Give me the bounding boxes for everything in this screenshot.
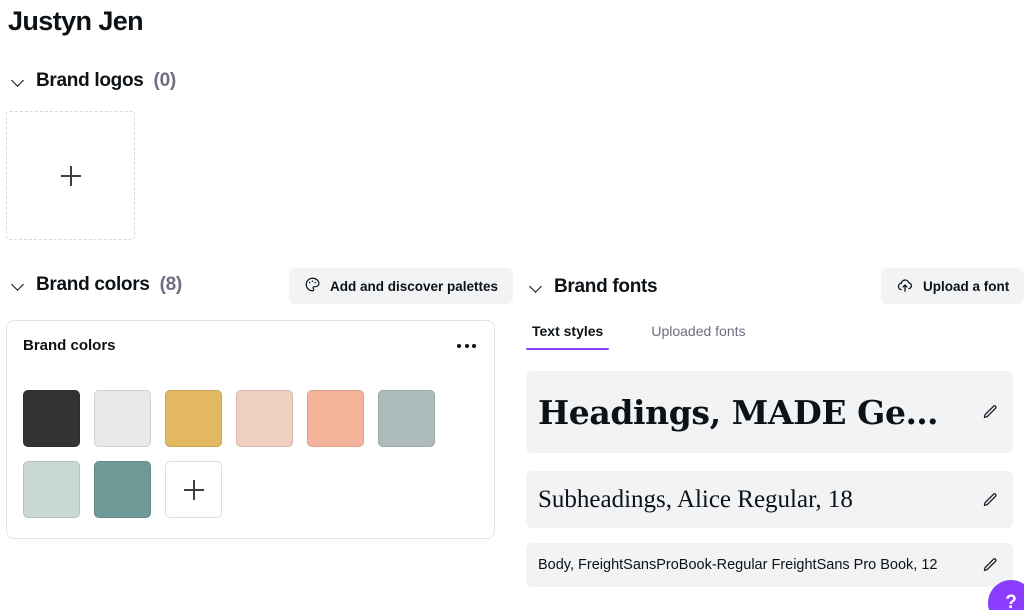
plus-icon <box>183 479 204 500</box>
color-swatch-gold[interactable] <box>165 390 222 447</box>
text-style-sample-heading: Headings, MADE Ge… <box>538 392 939 432</box>
brand-logos-title: Brand logos <box>36 70 144 91</box>
upload-a-font-button[interactable]: Upload a font <box>881 268 1024 304</box>
text-style-row-subheading[interactable]: Subheadings, Alice Regular, 18 <box>526 471 1013 528</box>
brand-fonts-tabs: Text styles Uploaded fonts <box>526 322 752 350</box>
color-swatch-teal[interactable] <box>94 461 151 518</box>
pencil-icon[interactable] <box>981 491 999 509</box>
palette-card-title: Brand colors <box>23 337 116 354</box>
add-and-discover-palettes-button[interactable]: Add and discover palettes <box>289 268 514 304</box>
page-title: Justyn Jen <box>8 6 144 36</box>
palette-card-header: Brand colors <box>23 337 478 354</box>
text-style-row-heading[interactable]: Headings, MADE Ge… <box>526 371 1013 453</box>
brand-logos-section-header[interactable]: Brand logos (0) <box>12 70 176 92</box>
brand-colors-title: Brand colors <box>36 274 150 295</box>
chevron-down-icon[interactable] <box>530 280 544 294</box>
chevron-down-icon[interactable] <box>12 74 26 88</box>
add-logo-dropzone[interactable] <box>6 111 135 240</box>
color-swatch-salmon[interactable] <box>307 390 364 447</box>
pencil-icon[interactable] <box>981 403 999 421</box>
color-swatch-pale-mint[interactable] <box>23 461 80 518</box>
tab-uploaded-fonts[interactable]: Uploaded fonts <box>645 322 751 350</box>
text-style-sample-body: Body, FreightSansProBook-Regular Freight… <box>538 557 938 573</box>
brand-colors-section-header[interactable]: Brand colors (8) <box>12 274 182 296</box>
cloud-upload-icon <box>896 276 914 297</box>
brand-colors-palette-card: Brand colors <box>6 320 495 539</box>
brand-colors-count: (8) <box>159 274 183 295</box>
brand-kit-page: Justyn Jen Brand logos (0) Brand colors … <box>0 0 1024 610</box>
brand-fonts-section-header[interactable]: Brand fonts <box>530 276 658 298</box>
color-swatch-blue-gray[interactable] <box>378 390 435 447</box>
more-horizontal-icon[interactable] <box>455 338 478 354</box>
color-swatch-off-white[interactable] <box>94 390 151 447</box>
plus-icon <box>60 165 81 186</box>
upload-a-font-label: Upload a font <box>923 278 1010 294</box>
brand-fonts-title: Brand fonts <box>554 276 658 297</box>
palette-icon <box>304 276 321 296</box>
pencil-icon[interactable] <box>981 556 999 574</box>
text-style-row-body[interactable]: Body, FreightSansProBook-Regular Freight… <box>526 543 1013 587</box>
color-swatch-light-peach[interactable] <box>236 390 293 447</box>
text-style-sample-subheading: Subheadings, Alice Regular, 18 <box>538 485 853 513</box>
add-color-swatch-button[interactable] <box>165 461 222 518</box>
tab-text-styles[interactable]: Text styles <box>526 322 610 350</box>
chevron-down-icon[interactable] <box>12 278 26 292</box>
brand-logos-count: (0) <box>153 70 177 91</box>
color-swatch-charcoal[interactable] <box>23 390 80 447</box>
color-swatch-grid <box>23 390 463 518</box>
add-and-discover-palettes-label: Add and discover palettes <box>330 278 499 294</box>
